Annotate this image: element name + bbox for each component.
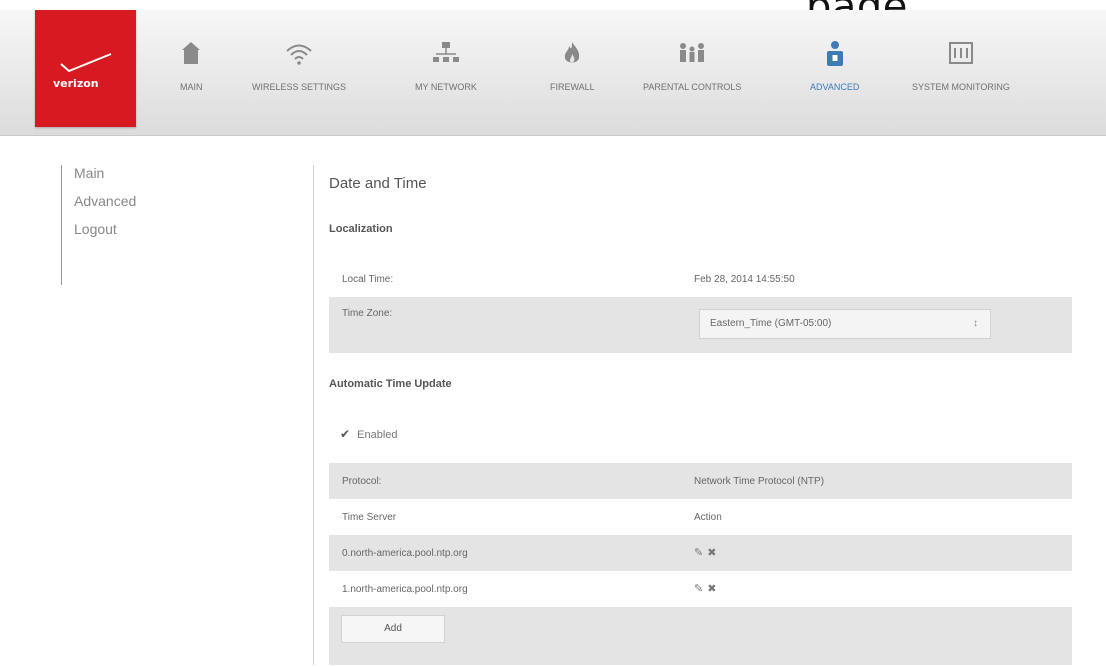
nav-label-wireless-settings: WIRELESS SETTINGS [252,82,347,92]
sidebar-item-logout[interactable]: Logout [74,221,136,249]
home-icon [182,42,201,64]
row-actions: ✎✖ [694,582,720,595]
protocol-row: Protocol: Network Time Protocol (NTP) [329,463,1072,499]
monitor-icon [948,42,973,64]
time-server-name: 0.north-america.pool.ntp.org [342,548,468,559]
edit-icon[interactable]: ✎ [694,547,707,559]
local-time-row: Local Time: Feb 28, 2014 14:55:50 [329,261,1072,297]
top-navigation-bar: verizon MAIN WIRELESS SETTINGS MY NETWOR… [0,10,1106,136]
time-zone-value: Eastern_Time (GMT-05:00) [710,318,832,329]
sidebar: Main Advanced Logout [61,165,136,285]
main-content: Date and Time Localization Local Time: F… [313,165,1073,665]
nav-label-main: MAIN [180,82,203,92]
time-server-header-row: Time Server Action [329,499,1072,535]
time-zone-row: Time Zone: Eastern_Time (GMT-05:00) ↕ [329,297,1072,353]
enabled-label: Enabled [357,429,398,441]
local-time-value: Feb 28, 2014 14:55:50 [694,274,795,285]
nav-my-network[interactable]: MY NETWORK [415,40,477,92]
time-zone-select[interactable]: Eastern_Time (GMT-05:00) ↕ [699,309,991,339]
parental-icon [680,43,705,62]
nav-wireless-settings[interactable]: WIRELESS SETTINGS [252,40,346,92]
nav-label-advanced: ADVANCED [810,82,860,92]
row-actions: ✎✖ [694,546,720,559]
nav-label-parental-controls: PARENTAL CONTROLS [643,82,742,92]
col-time-server: Time Server [342,512,397,523]
enabled-checkbox[interactable]: ✔ Enabled [340,427,398,441]
protocol-value: Network Time Protocol (NTP) [694,476,825,487]
col-action: Action [694,512,722,523]
wifi-icon [286,44,312,65]
nav-label-my-network: MY NETWORK [415,82,477,92]
edit-icon[interactable]: ✎ [694,583,707,595]
nav-firewall[interactable]: FIREWALL [550,40,595,92]
auto-update-heading: Automatic Time Update [329,378,452,390]
table-row: 1.north-america.pool.ntp.org ✎✖ [329,571,1072,607]
nav-parental-controls[interactable]: PARENTAL CONTROLS [643,40,741,92]
protocol-label: Protocol: [342,476,382,487]
nav-label-firewall: FIREWALL [550,82,595,92]
time-zone-label: Time Zone: [342,308,393,319]
time-server-name: 1.north-america.pool.ntp.org [342,584,468,595]
sidebar-item-main[interactable]: Main [74,165,136,193]
page-title: Date and Time [329,175,427,192]
add-row: Add [329,607,1072,665]
local-time-label: Local Time: [342,274,394,285]
add-time-server-button[interactable]: Add [341,615,445,643]
nav-label-system-monitoring: SYSTEM MONITORING [912,82,1010,92]
select-arrows-icon: ↕ [973,318,978,329]
check-swoosh-icon [60,53,112,73]
logo-text: verizon [53,77,99,90]
nav-system-monitoring[interactable]: SYSTEM MONITORING [912,40,1010,92]
table-row: 0.north-america.pool.ntp.org ✎✖ [329,535,1072,571]
localization-heading: Localization [329,223,393,235]
nav-main[interactable]: MAIN [180,40,203,92]
network-icon [432,42,459,62]
checkmark-icon: ✔ [340,427,351,441]
delete-icon[interactable]: ✖ [707,583,720,595]
sidebar-item-advanced[interactable]: Advanced [74,193,136,221]
verizon-logo[interactable]: verizon [35,10,136,127]
nav-advanced[interactable]: ADVANCED [810,40,859,92]
fire-icon [565,42,580,63]
delete-icon[interactable]: ✖ [707,547,720,559]
user-lock-icon [826,41,843,66]
